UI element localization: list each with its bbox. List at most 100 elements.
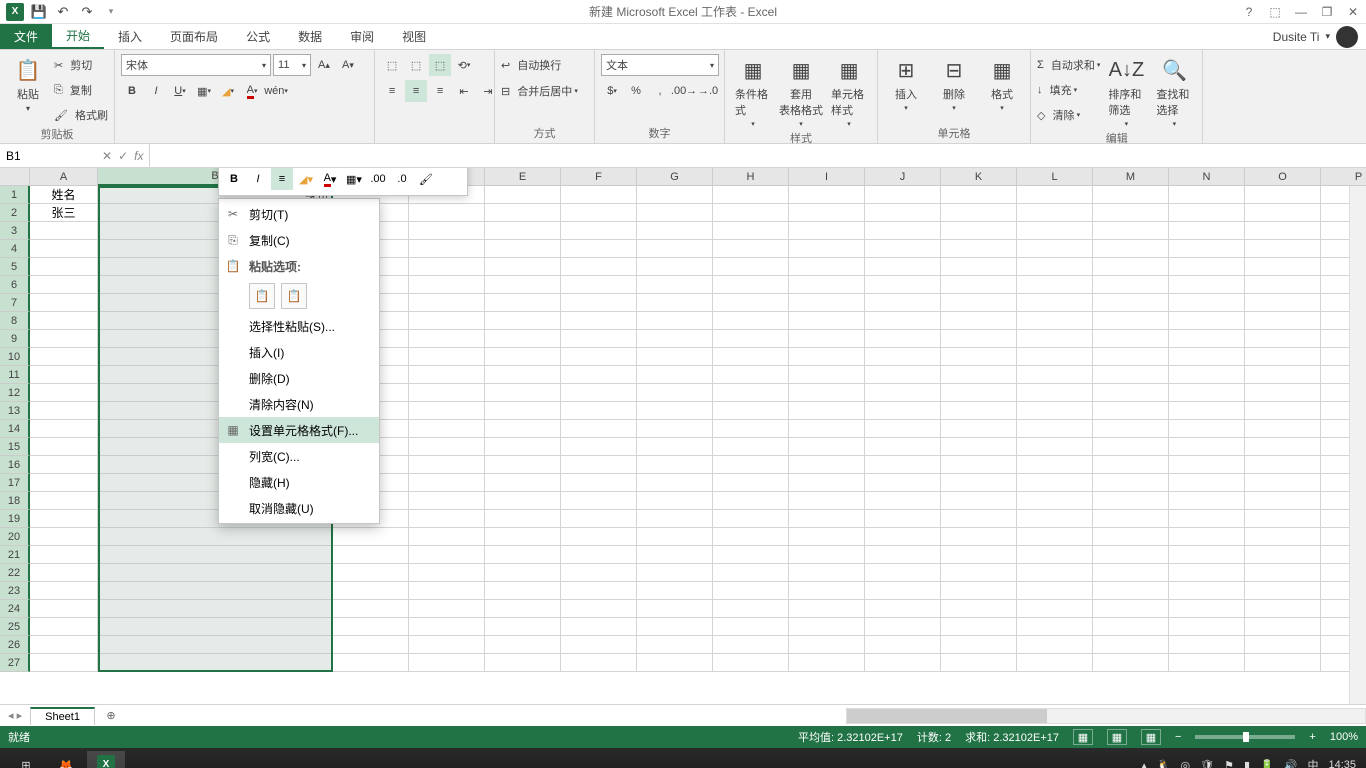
cell-M27[interactable] bbox=[1093, 654, 1169, 672]
row-header-7[interactable]: 7 bbox=[0, 294, 30, 312]
cell-K8[interactable] bbox=[941, 312, 1017, 330]
row-header-5[interactable]: 5 bbox=[0, 258, 30, 276]
cell-O16[interactable] bbox=[1245, 456, 1321, 474]
cell-F27[interactable] bbox=[561, 654, 637, 672]
cell-H8[interactable] bbox=[713, 312, 789, 330]
cell-G23[interactable] bbox=[637, 582, 713, 600]
column-header-G[interactable]: G bbox=[637, 168, 713, 186]
cell-I21[interactable] bbox=[789, 546, 865, 564]
tray-volume-icon[interactable]: 🔊 bbox=[1284, 759, 1298, 768]
cell-N6[interactable] bbox=[1169, 276, 1245, 294]
cell-L17[interactable] bbox=[1017, 474, 1093, 492]
cell-E10[interactable] bbox=[485, 348, 561, 366]
cell-O9[interactable] bbox=[1245, 330, 1321, 348]
cancel-icon[interactable]: ✕ bbox=[102, 149, 112, 163]
decrease-indent-icon[interactable]: ⇤ bbox=[453, 80, 475, 102]
cell-G16[interactable] bbox=[637, 456, 713, 474]
cell-D22[interactable] bbox=[409, 564, 485, 582]
cell-K3[interactable] bbox=[941, 222, 1017, 240]
help-icon[interactable]: ? bbox=[1236, 1, 1262, 23]
phonetic-button[interactable]: wén▾ bbox=[265, 80, 287, 102]
cell-A14[interactable] bbox=[30, 420, 98, 438]
fill-button[interactable]: ↓ 填充▾ bbox=[1037, 79, 1100, 101]
sheet-tab-active[interactable]: Sheet1 bbox=[30, 707, 95, 725]
column-header-A[interactable]: A bbox=[30, 168, 98, 186]
cell-N17[interactable] bbox=[1169, 474, 1245, 492]
cell-K21[interactable] bbox=[941, 546, 1017, 564]
cell-N15[interactable] bbox=[1169, 438, 1245, 456]
cell-M17[interactable] bbox=[1093, 474, 1169, 492]
cell-O17[interactable] bbox=[1245, 474, 1321, 492]
cell-L23[interactable] bbox=[1017, 582, 1093, 600]
cell-M25[interactable] bbox=[1093, 618, 1169, 636]
cell-O11[interactable] bbox=[1245, 366, 1321, 384]
cell-K9[interactable] bbox=[941, 330, 1017, 348]
paste-option-normal[interactable]: 📋 bbox=[249, 283, 275, 309]
cell-D27[interactable] bbox=[409, 654, 485, 672]
cell-D26[interactable] bbox=[409, 636, 485, 654]
cell-N25[interactable] bbox=[1169, 618, 1245, 636]
cell-H20[interactable] bbox=[713, 528, 789, 546]
cell-H18[interactable] bbox=[713, 492, 789, 510]
cell-D24[interactable] bbox=[409, 600, 485, 618]
cell-M23[interactable] bbox=[1093, 582, 1169, 600]
cell-G15[interactable] bbox=[637, 438, 713, 456]
mini-fill-color-icon[interactable]: ◢▾ bbox=[295, 168, 317, 190]
cell-E14[interactable] bbox=[485, 420, 561, 438]
view-page-break-icon[interactable]: ▦ bbox=[1141, 729, 1161, 745]
cell-M26[interactable] bbox=[1093, 636, 1169, 654]
column-header-N[interactable]: N bbox=[1169, 168, 1245, 186]
user-area[interactable]: Dusite Ti▾ bbox=[1273, 24, 1366, 49]
tray-battery-icon[interactable]: 🔋 bbox=[1260, 759, 1274, 768]
row-header-10[interactable]: 10 bbox=[0, 348, 30, 366]
mini-dec-decimal-icon[interactable]: .0 bbox=[391, 168, 413, 190]
column-header-I[interactable]: I bbox=[789, 168, 865, 186]
ctx-hide[interactable]: 隐藏(H) bbox=[219, 469, 379, 495]
cell-J10[interactable] bbox=[865, 348, 941, 366]
cell-E5[interactable] bbox=[485, 258, 561, 276]
cell-K15[interactable] bbox=[941, 438, 1017, 456]
tray-clock[interactable]: 14:35 bbox=[1328, 759, 1356, 768]
cell-N5[interactable] bbox=[1169, 258, 1245, 276]
cell-F14[interactable] bbox=[561, 420, 637, 438]
cell-H10[interactable] bbox=[713, 348, 789, 366]
cell-O15[interactable] bbox=[1245, 438, 1321, 456]
cell-M22[interactable] bbox=[1093, 564, 1169, 582]
cell-D5[interactable] bbox=[409, 258, 485, 276]
cell-B26[interactable] bbox=[98, 636, 333, 654]
cell-F26[interactable] bbox=[561, 636, 637, 654]
cell-F15[interactable] bbox=[561, 438, 637, 456]
row-header-11[interactable]: 11 bbox=[0, 366, 30, 384]
cell-M12[interactable] bbox=[1093, 384, 1169, 402]
cell-A11[interactable] bbox=[30, 366, 98, 384]
cell-I15[interactable] bbox=[789, 438, 865, 456]
cell-H9[interactable] bbox=[713, 330, 789, 348]
qat-dropdown-icon[interactable]: ▾ bbox=[100, 1, 122, 23]
cell-N27[interactable] bbox=[1169, 654, 1245, 672]
mini-align-icon[interactable]: ≡ bbox=[271, 168, 293, 190]
cell-A4[interactable] bbox=[30, 240, 98, 258]
close-icon[interactable]: ✕ bbox=[1340, 1, 1366, 23]
cell-O26[interactable] bbox=[1245, 636, 1321, 654]
cell-C21[interactable] bbox=[333, 546, 409, 564]
cell-E9[interactable] bbox=[485, 330, 561, 348]
cell-O8[interactable] bbox=[1245, 312, 1321, 330]
start-button[interactable]: ⊞ bbox=[7, 751, 45, 768]
cell-J6[interactable] bbox=[865, 276, 941, 294]
cell-D11[interactable] bbox=[409, 366, 485, 384]
cell-K2[interactable] bbox=[941, 204, 1017, 222]
ctx-clear-contents[interactable]: 清除内容(N) bbox=[219, 391, 379, 417]
tab-layout[interactable]: 页面布局 bbox=[156, 24, 232, 49]
row-header-12[interactable]: 12 bbox=[0, 384, 30, 402]
cell-F9[interactable] bbox=[561, 330, 637, 348]
cell-J25[interactable] bbox=[865, 618, 941, 636]
delete-cells-button[interactable]: ⊟删除▾ bbox=[932, 54, 976, 114]
currency-icon[interactable]: $▾ bbox=[601, 80, 623, 102]
cell-D17[interactable] bbox=[409, 474, 485, 492]
tab-file[interactable]: 文件 bbox=[0, 24, 52, 49]
tray-ime[interactable]: 中 bbox=[1307, 757, 1318, 768]
cell-G17[interactable] bbox=[637, 474, 713, 492]
cell-F23[interactable] bbox=[561, 582, 637, 600]
zoom-level[interactable]: 100% bbox=[1330, 731, 1358, 743]
cell-H19[interactable] bbox=[713, 510, 789, 528]
